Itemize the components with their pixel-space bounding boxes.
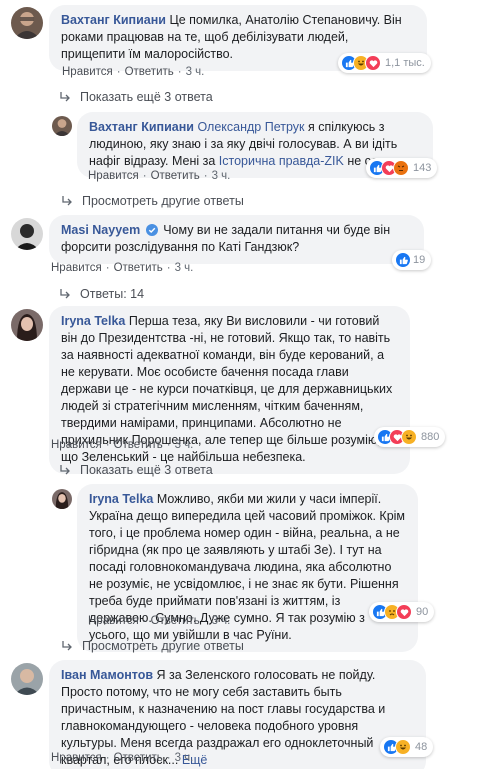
love-reaction-icon bbox=[365, 55, 381, 71]
like-link[interactable]: Нравится bbox=[88, 170, 139, 182]
view-previous-replies[interactable]: Просмотреть другие ответы bbox=[62, 639, 244, 653]
page-link[interactable]: Історична правда-ZIK bbox=[219, 154, 344, 168]
replies-count[interactable]: Ответы: 14 bbox=[60, 287, 144, 301]
reply-link[interactable]: Ответить bbox=[114, 262, 163, 274]
timestamp[interactable]: 3 ч. bbox=[175, 752, 194, 764]
comment-author[interactable]: Іван Мамонтов bbox=[61, 668, 153, 682]
reaction-count: 143 bbox=[413, 162, 432, 174]
reply-arrow-icon bbox=[62, 196, 72, 206]
avatar[interactable] bbox=[11, 7, 43, 39]
reaction-count: 48 bbox=[415, 741, 428, 753]
love-reaction-icon bbox=[396, 604, 412, 620]
timestamp[interactable]: 3 ч. bbox=[212, 615, 231, 627]
reaction-count: 19 bbox=[413, 254, 426, 266]
avatar[interactable] bbox=[11, 309, 43, 341]
comment-author[interactable]: Iryna Telka bbox=[89, 492, 153, 506]
reaction-summary[interactable]: 1,1 тыс. bbox=[338, 53, 431, 73]
comment-actions: Нравится · Ответить · 3 ч. bbox=[51, 439, 194, 451]
reply-arrow-icon bbox=[60, 465, 70, 475]
comment-actions: Нравится · Ответить · 3 ч. bbox=[51, 262, 194, 274]
angry-reaction-icon bbox=[393, 160, 409, 176]
avatar[interactable] bbox=[11, 218, 43, 250]
reply-link[interactable]: Ответить bbox=[125, 66, 174, 78]
like-link[interactable]: Нравится bbox=[88, 615, 139, 627]
reply-arrow-icon bbox=[60, 92, 70, 102]
comment-author[interactable]: Вахтанг Кипиани bbox=[61, 13, 166, 27]
timestamp[interactable]: 3 ч. bbox=[175, 262, 194, 274]
avatar[interactable] bbox=[52, 489, 72, 509]
timestamp[interactable]: 3 ч. bbox=[212, 170, 231, 182]
reaction-count: 880 bbox=[421, 431, 440, 443]
comment-author[interactable]: Iryna Telka bbox=[61, 314, 125, 328]
comment-actions: Нравится · Ответить · 3 ч. bbox=[51, 752, 194, 764]
show-more-replies[interactable]: Показать ещё 3 ответа bbox=[60, 463, 213, 477]
haha-reaction-icon bbox=[395, 739, 411, 755]
reply-link[interactable]: Ответить bbox=[114, 752, 163, 764]
reaction-summary[interactable]: 48 bbox=[380, 737, 434, 757]
reaction-count: 90 bbox=[416, 606, 429, 618]
reply-arrow-icon bbox=[62, 641, 72, 651]
comment-bubble: Masi Nayyem Чому ви не задали питання чи… bbox=[49, 215, 424, 264]
reply-link[interactable]: Ответить bbox=[151, 170, 200, 182]
reaction-summary[interactable]: 90 bbox=[369, 602, 435, 622]
reaction-summary[interactable]: 19 bbox=[392, 250, 432, 270]
reaction-count: 1,1 тыс. bbox=[385, 57, 425, 69]
like-link[interactable]: Нравится bbox=[51, 262, 102, 274]
comment-actions: Нравится · Ответить · 3 ч. bbox=[88, 615, 231, 627]
verified-badge-icon bbox=[145, 224, 158, 236]
comment-author[interactable]: Вахтанг Кипиани bbox=[89, 120, 194, 134]
comment-actions: Нравится · Ответить · 3 ч. bbox=[88, 170, 231, 182]
view-previous-replies[interactable]: Просмотреть другие ответы bbox=[62, 194, 244, 208]
like-link[interactable]: Нравится bbox=[62, 66, 113, 78]
comment-author[interactable]: Masi Nayyem bbox=[61, 223, 140, 237]
comment-actions: Нравится · Ответить · 3 ч. bbox=[62, 66, 205, 78]
show-more-replies[interactable]: Показать ещё 3 ответа bbox=[60, 90, 213, 104]
mention-link[interactable]: Олександр Петрук bbox=[197, 120, 304, 134]
timestamp[interactable]: 3 ч. bbox=[186, 66, 205, 78]
avatar[interactable] bbox=[52, 116, 72, 136]
reply-arrow-icon bbox=[60, 289, 70, 299]
reply-link[interactable]: Ответить bbox=[114, 439, 163, 451]
avatar[interactable] bbox=[11, 663, 43, 695]
timestamp[interactable]: 3 ч. bbox=[175, 439, 194, 451]
reaction-summary[interactable]: 143 bbox=[366, 158, 438, 178]
haha-reaction-icon bbox=[401, 429, 417, 445]
reaction-summary[interactable]: 880 bbox=[374, 427, 446, 447]
like-link[interactable]: Нравится bbox=[51, 752, 102, 764]
like-link[interactable]: Нравится bbox=[51, 439, 102, 451]
reply-link[interactable]: Ответить bbox=[151, 615, 200, 627]
like-reaction-icon bbox=[395, 252, 411, 268]
